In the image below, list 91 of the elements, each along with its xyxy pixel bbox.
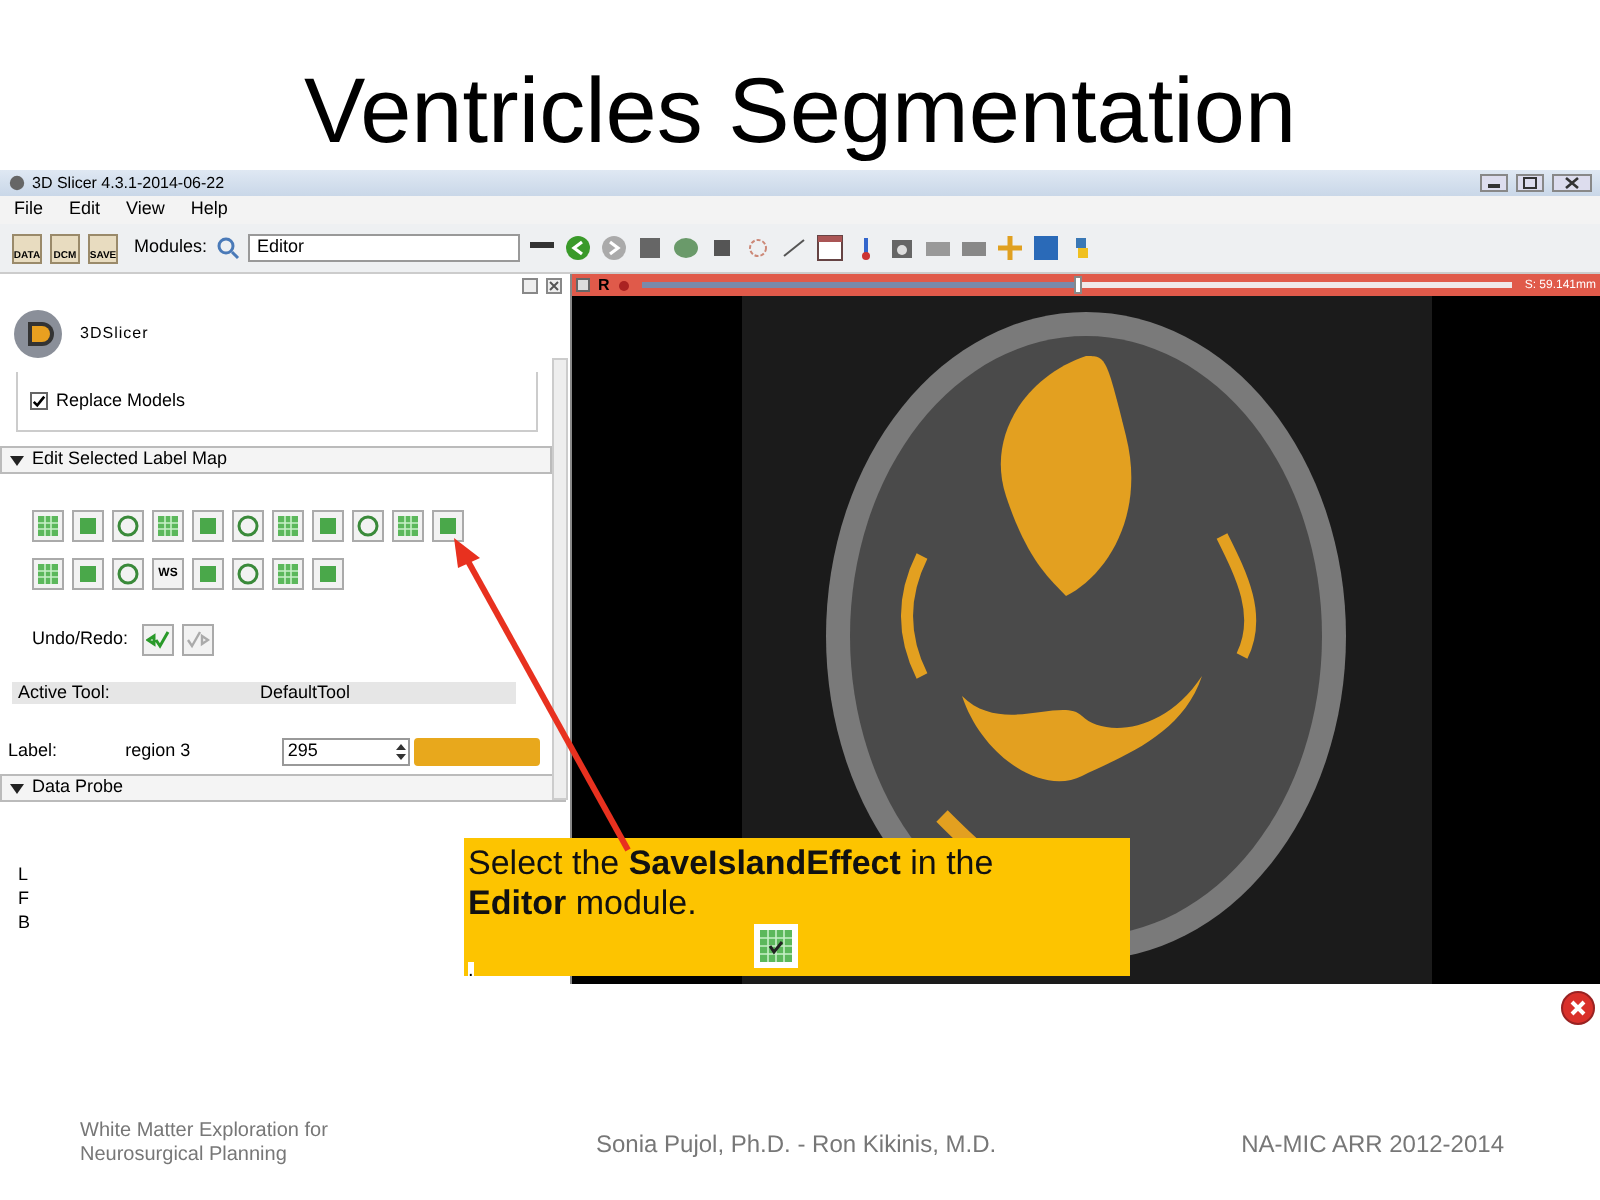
grid-icon: [36, 562, 60, 586]
tool-button[interactable]: [32, 558, 64, 590]
close-icon[interactable]: [546, 278, 562, 294]
collapse-icon: [10, 781, 24, 795]
active-tool-label: Active Tool:: [16, 679, 112, 706]
redo-icon: [186, 628, 211, 652]
scrollbar[interactable]: [552, 358, 568, 800]
instruction-text: Select the SaveIslandEffect in the Editor module.: [468, 844, 996, 923]
orientation-label: R: [598, 277, 610, 293]
dots-icon[interactable]: [743, 234, 772, 262]
circle-icon: [356, 514, 380, 538]
label-spinbox[interactable]: 295: [281, 737, 411, 765]
app-icon: [8, 174, 26, 192]
modules-label: Modules:: [134, 234, 208, 261]
minimize-icon[interactable]: [1480, 174, 1508, 192]
tool-button[interactable]: [192, 510, 224, 542]
menu-item[interactable]: Help: [190, 196, 228, 224]
tool-button[interactable]: [112, 510, 144, 542]
undo-icon: [146, 628, 171, 652]
checkbox[interactable]: [30, 392, 48, 410]
square-icon: [196, 514, 220, 538]
square-icon: [316, 514, 340, 538]
undo-button[interactable]: [142, 624, 175, 656]
circle-icon: [236, 514, 260, 538]
probe-coordinate: L: [18, 864, 29, 884]
menu-item[interactable]: Edit: [69, 196, 101, 224]
menu-item[interactable]: View: [126, 196, 165, 224]
tool-button[interactable]: [272, 558, 304, 590]
window-icon[interactable]: [815, 234, 844, 262]
grid-icon: [396, 514, 420, 538]
grid-icon: [156, 514, 180, 538]
checkbox-label: Replace Models: [56, 387, 186, 414]
square-icon: [76, 514, 100, 538]
close-icon[interactable]: [1552, 174, 1592, 192]
square-icon: [316, 562, 340, 586]
tool-button[interactable]: [232, 510, 264, 542]
footer-text: White Matter Exploration for Neurosurgical Planning: [80, 1120, 330, 1168]
tool-button[interactable]: [312, 558, 344, 590]
checkmark-icon: [32, 394, 46, 408]
probe-coordinate: B: [18, 912, 31, 933]
tool-button[interactable]: [352, 510, 384, 542]
square-icon: [76, 562, 100, 586]
crosshair-icon[interactable]: [995, 234, 1024, 262]
tool-button[interactable]: [112, 558, 144, 590]
slide-title: Ventricles Segmentation: [301, 56, 1299, 166]
label-caption: Label:: [8, 737, 60, 764]
label-color-swatch[interactable]: [414, 737, 541, 765]
tool-button[interactable]: [192, 558, 224, 590]
footer-authors: Sonia Pujol, Ph.D. - Ron Kikinis, M.D.: [596, 1128, 997, 1162]
tool-button[interactable]: [232, 558, 264, 590]
probe-coordinate: F: [18, 888, 29, 909]
active-tool-value: DefaultTool: [260, 679, 351, 706]
undock-icon[interactable]: [522, 278, 538, 294]
menu-item[interactable]: File: [14, 196, 44, 224]
tool-button[interactable]: [152, 510, 184, 542]
back-icon[interactable]: [563, 234, 592, 262]
tool-button[interactable]: [392, 510, 424, 542]
tool-button[interactable]: [272, 510, 304, 542]
footer-project: NA-MIC ARR 2012-2014: [1241, 1128, 1504, 1162]
circle-icon: [236, 562, 260, 586]
redo-button[interactable]: [182, 624, 215, 656]
window-title: 3D Slicer 4.3.1-2014-06-22: [32, 171, 225, 195]
module-select[interactable]: Editor: [247, 234, 520, 262]
circle-icon: [116, 562, 140, 586]
slider-thumb[interactable]: [1073, 276, 1082, 294]
slicer-logo-icon: [12, 308, 64, 360]
close-icon[interactable]: [1560, 989, 1596, 1025]
undo-redo-label: Undo/Redo:: [32, 626, 129, 653]
square-icon: [196, 562, 220, 586]
tool-button[interactable]: [72, 510, 104, 542]
tool-button[interactable]: [32, 510, 64, 542]
logo-text: 3DSlicer: [80, 322, 149, 346]
tool-button[interactable]: [432, 510, 464, 542]
grid-icon: [276, 514, 300, 538]
maximize-icon[interactable]: [1516, 174, 1544, 192]
circle-icon: [116, 514, 140, 538]
square-icon: [436, 514, 460, 538]
tool-button[interactable]: [312, 510, 344, 542]
label-name: region 3: [125, 737, 193, 764]
grid-tool-icon: [754, 924, 798, 969]
search-icon[interactable]: [215, 236, 240, 260]
tool-button[interactable]: [72, 558, 104, 590]
section-header[interactable]: Data Probe: [0, 774, 566, 802]
grid-icon: [276, 562, 300, 586]
collapse-icon: [10, 453, 24, 467]
section-header[interactable]: Edit Selected Label Map: [0, 446, 552, 474]
note-mark: .: [468, 962, 474, 982]
spin-arrows-icon: [394, 741, 409, 761]
slice-slider[interactable]: [641, 282, 1513, 288]
forward-icon[interactable]: [599, 234, 628, 262]
grid-icon: [36, 514, 60, 538]
